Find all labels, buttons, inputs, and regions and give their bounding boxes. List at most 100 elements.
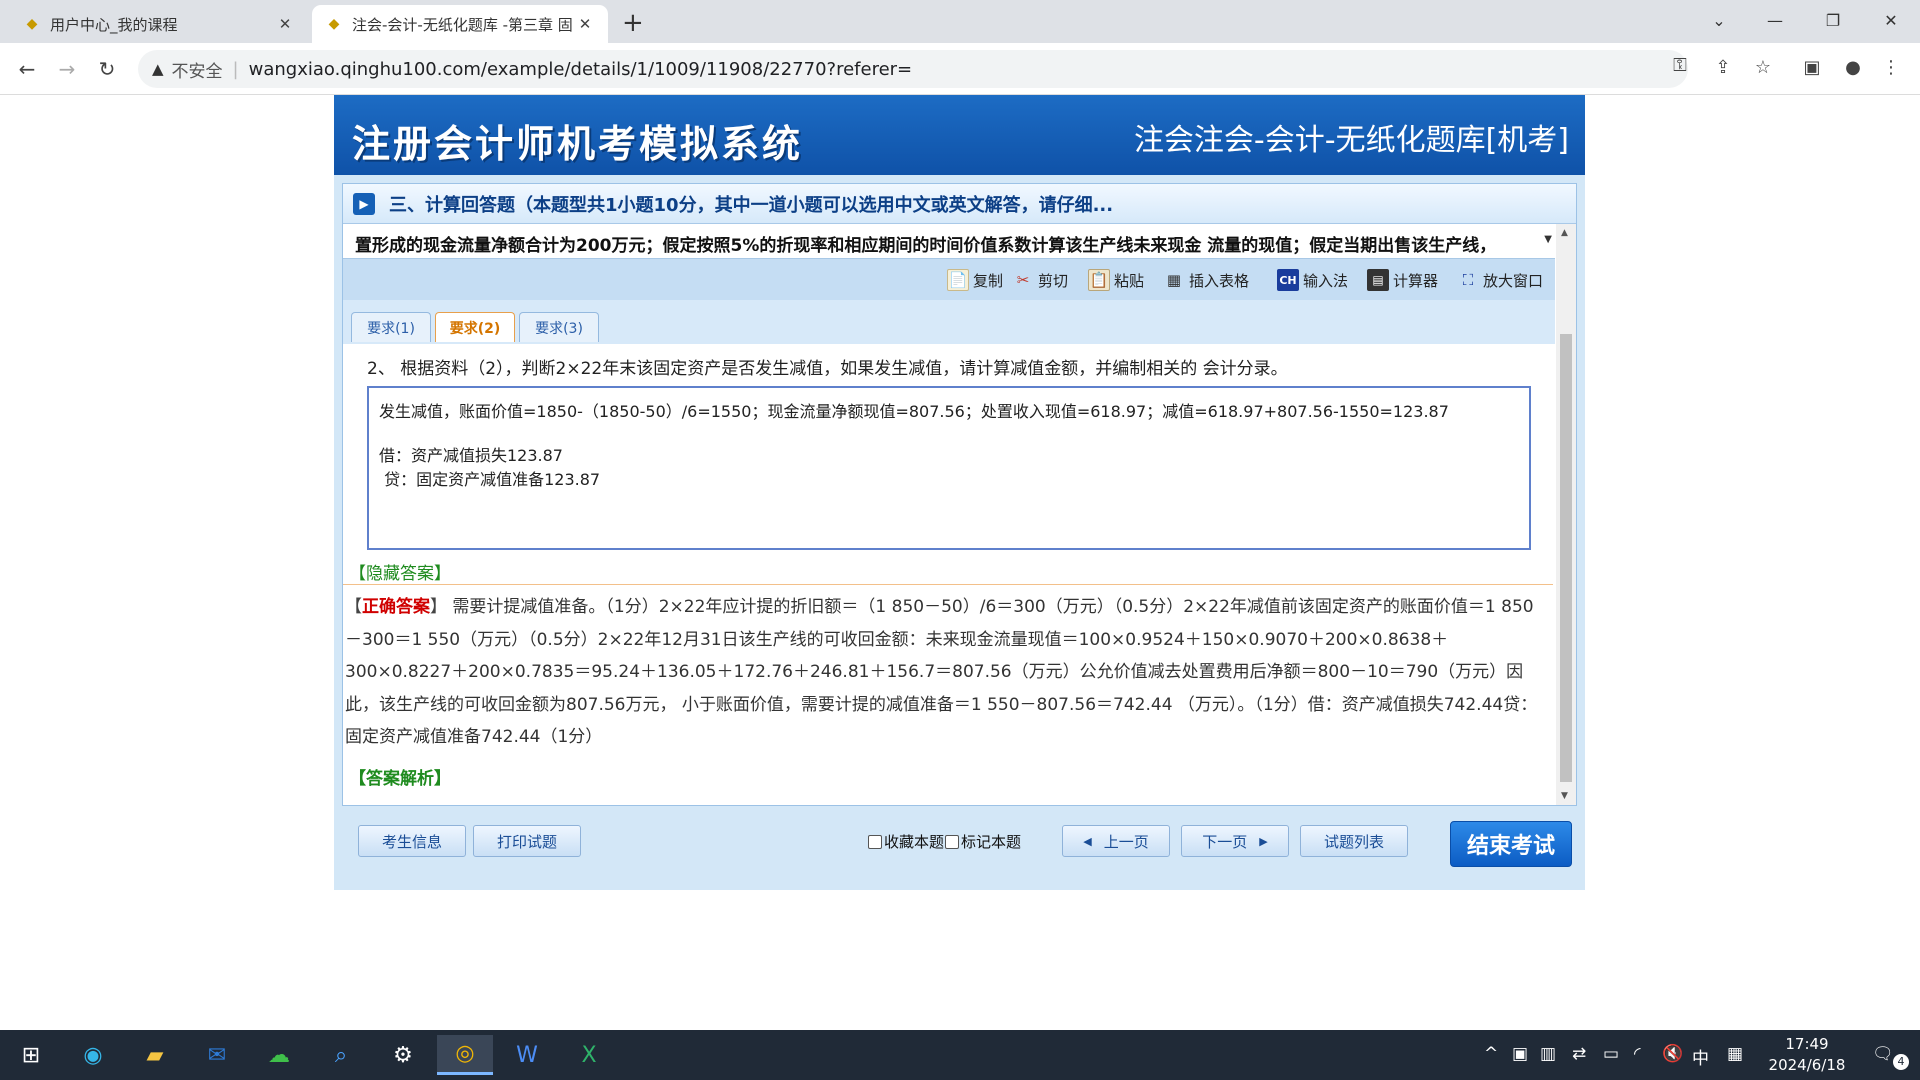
answer-textarea[interactable]: 发生减值，账面价值=1850-（1850-50）/6=1550；现金流量净额现值… [367,386,1531,550]
calculator-button[interactable]: ▤ 计算器 [1367,269,1438,291]
enlarge-window-button[interactable]: ⛶ 放大窗口 [1457,269,1543,291]
profile-avatar-icon[interactable]: ● [1838,57,1868,78]
edge-icon[interactable]: ◉ [65,1035,121,1075]
hide-answer-link[interactable]: 【隐藏答案】 [349,559,451,584]
requirement-text: 2、 根据资料（2），判断2×22年末该固定资产是否发生减值，如果发生减值，请计… [367,359,1288,379]
question-bank-title: 注会注会-会计-无纸化题库[机考] [1133,123,1569,158]
checkbox-icon[interactable] [945,834,959,849]
excel-icon[interactable]: X [561,1035,617,1075]
insert-table-label: 插入表格 [1189,271,1250,290]
content-scrollbar[interactable]: ▲ ▼ [1556,224,1576,805]
context-text: 置形成的现金流量净额合计为200万元；假定按照5%的折现率和相应期间的时间价值系… [355,236,1497,256]
scrollbar-thumb[interactable] [1560,334,1572,782]
question-frame: ▶ 三、计算回答题（本题型共1小题10分，其中一道小题可以选用中文或英文解答，请… [342,183,1577,806]
forward-icon[interactable]: → [52,54,82,84]
windows-start-icon[interactable]: ⊞ [3,1035,59,1075]
new-tab-button[interactable]: + [622,8,644,38]
checkbox-icon[interactable] [868,834,882,849]
chevron-up-icon[interactable]: ^ [1484,1044,1498,1064]
expand-arrow-icon[interactable]: ▼ [1544,234,1552,245]
favorite-label: 收藏本题 [884,833,945,851]
favorite-checkbox[interactable]: 收藏本题 [868,831,944,852]
url-text[interactable]: wangxiao.qinghu100.com/example/details/1… [249,59,913,80]
chrome-icon[interactable]: ◎ [437,1035,493,1075]
volume-muted-icon[interactable]: 🔇 [1662,1044,1683,1064]
outlook-icon[interactable]: ✉ [189,1035,245,1075]
not-secure-label[interactable]: 不安全 [172,57,223,82]
tab-requirement-2[interactable]: 要求(2) [435,312,515,342]
windows-taskbar: ⊞ ◉ ▰ ✉ ☁ ⌕ ⚙ ◎ W X ^ ▣ ▥ ⇄ ▭ ◜ 🔇 中 ▦ 17… [0,1030,1920,1080]
tray-app-icon[interactable]: ▣ [1512,1044,1528,1064]
browser-tab-strip: ◆ 用户中心_我的课程 ✕ ◆ 注会-会计-无纸化题库 -第三章 固 ✕ + ⌄… [0,0,1920,43]
answer-line: 借：资产减值损失123.87 [379,446,563,465]
system-title: 注册会计师机考模拟系统 [352,122,804,166]
ime-indicator[interactable]: 中 [1692,1044,1709,1069]
close-window-icon[interactable]: ✕ [1862,0,1920,40]
scissors-icon: ✂ [1016,271,1030,289]
scroll-down-icon[interactable]: ▼ [1561,791,1568,801]
system-banner: 注册会计师机考模拟系统 注会注会-会计-无纸化题库[机考] [334,95,1585,175]
tab-requirement-3[interactable]: 要求(3) [519,312,599,342]
key-icon[interactable]: ⚿ [1665,55,1695,76]
close-tab-icon[interactable]: ✕ [576,15,594,33]
minimize-icon[interactable]: — [1746,0,1804,40]
ime-mode-icon[interactable]: ▦ [1727,1044,1743,1064]
network-switch-icon[interactable]: ⇄ [1572,1044,1586,1064]
search-app-icon[interactable]: ⌕ [313,1035,369,1075]
wechat-icon[interactable]: ☁ [251,1035,307,1075]
browser-toolbar: ← → ↻ ▲ 不安全 | wangxiao.qinghu100.com/exa… [0,43,1920,95]
tab-search-icon[interactable]: ⌄ [1690,0,1748,40]
divider: | [232,58,239,80]
battery-icon[interactable]: ▭ [1603,1044,1619,1064]
question-context: 置形成的现金流量净额合计为200万元；假定按照5%的折现率和相应期间的时间价值系… [343,224,1576,258]
prev-page-button[interactable]: ◀ 上一页 [1062,825,1170,857]
bookmark-star-icon[interactable]: ☆ [1748,57,1778,78]
back-icon[interactable]: ← [12,54,42,84]
input-method-button[interactable]: CH 输入法 [1277,269,1348,291]
paste-button[interactable]: 📋 粘贴 [1088,269,1144,291]
scroll-up-icon[interactable]: ▲ [1561,228,1568,238]
print-question-button[interactable]: 打印试题 [473,825,581,857]
cut-label: 剪切 [1038,271,1069,290]
clipboard-icon: 📋 [1088,269,1110,291]
calculator-icon: ▤ [1367,269,1389,291]
insert-table-button[interactable]: ▦ 插入表格 [1163,269,1249,291]
reload-icon[interactable]: ↻ [92,54,122,84]
share-icon[interactable]: ⇪ [1708,57,1738,78]
browser-tab-exam[interactable]: ◆ 注会-会计-无纸化题库 -第三章 固 ✕ [312,5,608,43]
correct-answer-text: 需要计提减值准备。（1分）2×22年应计提的折旧额＝（1 850－50）/6＝3… [345,597,1538,747]
address-bar[interactable]: ▲ 不安全 | wangxiao.qinghu100.com/example/d… [138,50,1688,88]
exam-controls: 考生信息 打印试题 收藏本题 标记本题 ◀ 上一页 下一页 ▶ 试题列表 结束考… [342,813,1577,883]
browser-tab-user-center[interactable]: ◆ 用户中心_我的课程 ✕ [10,5,308,43]
close-tab-icon[interactable]: ✕ [276,15,294,33]
restore-icon[interactable]: ❐ [1804,0,1862,40]
warning-icon: ▲ [152,60,164,78]
question-list-button[interactable]: 试题列表 [1300,825,1408,857]
ime-label: 输入法 [1303,271,1349,290]
mark-checkbox[interactable]: 标记本题 [945,831,1021,852]
requirement-tabs: 要求(1) 要求(2) 要求(3) [343,300,1555,344]
exam-page: 注册会计师机考模拟系统 注会注会-会计-无纸化题库[机考] ▶ 三、计算回答题（… [334,95,1585,890]
system-clock[interactable]: 17:49 2024/6/18 [1752,1034,1862,1076]
cut-button[interactable]: ✂ 剪切 [1012,269,1068,291]
meter-icon[interactable]: ▥ [1540,1044,1556,1064]
answer-analysis-label: 【答案解析】 [349,769,451,789]
next-page-button[interactable]: 下一页 ▶ [1181,825,1289,857]
copy-button[interactable]: 📄 复制 [947,269,1003,291]
notification-count-badge: 4 [1893,1054,1909,1070]
tab-title: 注会-会计-无纸化题库 -第三章 固 [352,15,573,34]
candidate-info-button[interactable]: 考生信息 [358,825,466,857]
site-favicon-icon: ◆ [328,16,340,32]
editor-toolbar: 📄 复制 ✂ 剪切 📋 粘贴 ▦ 插入表格 CH 输入法 ▤ 计算器 ⛶ 放大窗… [343,258,1555,300]
settings-gear-icon[interactable]: ⚙ [375,1035,431,1075]
menu-kebab-icon[interactable]: ⋮ [1876,57,1906,78]
notification-icon[interactable]: 🗨 [1872,1044,1894,1064]
end-exam-button[interactable]: 结束考试 [1450,821,1572,867]
file-explorer-icon[interactable]: ▰ [127,1035,183,1075]
tab-requirement-1[interactable]: 要求(1) [351,312,431,342]
side-panel-icon[interactable]: ▣ [1797,57,1827,78]
copy-label: 复制 [973,271,1004,290]
next-label: 下一页 [1202,832,1248,851]
word-icon[interactable]: W [499,1035,555,1075]
wifi-icon[interactable]: ◜ [1634,1044,1641,1064]
